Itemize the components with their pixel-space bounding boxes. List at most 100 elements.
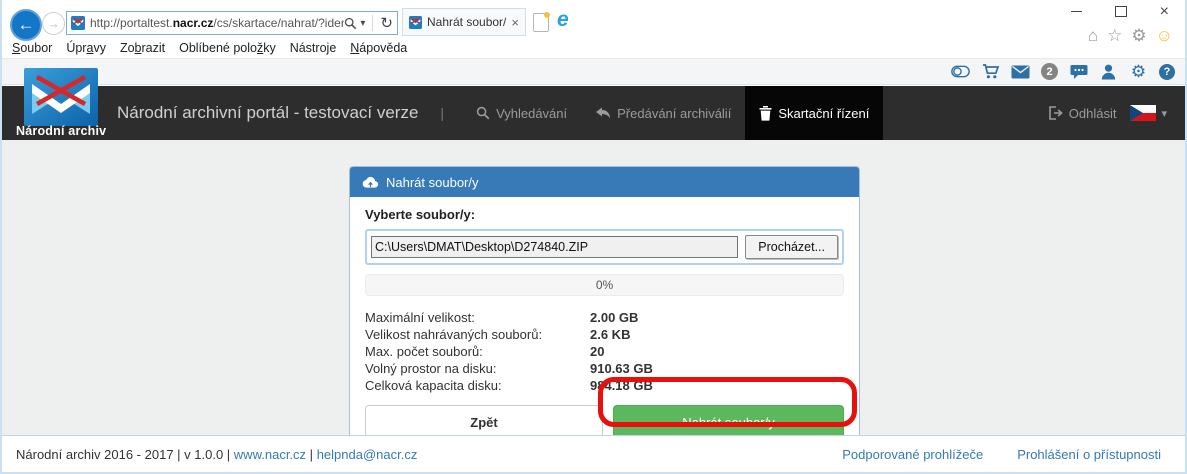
tab-favicon — [409, 15, 422, 29]
supported-browsers-link[interactable]: Podporované prohlížeče — [842, 447, 983, 462]
menu-label-part: Nástro — [289, 41, 327, 55]
upload-dialog-body: Vyberte soubor/y: Procházet... 0% Maximá… — [350, 197, 859, 450]
menu-label-part: Úpr — [66, 41, 87, 55]
menu-soubor[interactable]: Soubor — [12, 41, 52, 55]
stat-value: 20 — [590, 344, 605, 359]
search-icon[interactable] — [344, 17, 357, 30]
address-bar[interactable]: http://portaltest.nacr.cz/cs/skartace/na… — [66, 11, 398, 35]
logout-icon — [1048, 106, 1063, 120]
dialog-title: Nahrát soubor/y — [386, 174, 479, 190]
minimize-button[interactable] — [1070, 10, 1082, 13]
logout-label: Odhlásit — [1068, 105, 1117, 121]
site-icon-toolbar: 2 ⚙ ? — [2, 58, 1185, 85]
portal-navbar: Národní archiv Národní archivní portál -… — [2, 68, 1185, 140]
search-caret-icon[interactable]: ▾ — [360, 18, 365, 29]
file-input-group: Procházet... — [365, 229, 844, 265]
back-button[interactable]: ← — [10, 9, 42, 41]
progress-percent: 0% — [595, 278, 614, 292]
menu-label-accesskey: N — [350, 41, 360, 55]
new-tab-button[interactable] — [533, 12, 550, 32]
url-text: http://portaltest.nacr.cz/cs/skartace/na… — [90, 16, 344, 30]
nav-item-label: Skartační řízení — [778, 105, 870, 121]
address-bar-actions: ▾ ↻ — [344, 14, 393, 32]
footer-email-link[interactable]: helpnda@nacr.cz — [317, 447, 418, 462]
user-icon[interactable] — [1099, 62, 1118, 81]
forward-button[interactable]: → — [42, 12, 65, 35]
browse-button[interactable]: Procházet... — [745, 235, 838, 259]
refresh-icon[interactable]: ↻ — [380, 14, 393, 32]
nav-item-skartacni-rizeni[interactable]: Skartační řízení — [745, 86, 884, 140]
stat-label: Max. počet souborů: — [365, 344, 483, 359]
language-caret-icon: ▾ — [1161, 107, 1167, 120]
stat-label: Volný prostor na disku: — [365, 361, 497, 376]
tab-close-icon[interactable]: × — [511, 15, 519, 30]
site-favicon — [71, 16, 85, 30]
select-files-label: Vyberte soubor/y: — [365, 207, 476, 222]
menu-label-part: oubor — [20, 41, 53, 55]
stat-row: Maximální velikost: 2.00 GB — [365, 309, 844, 326]
footer-site-link[interactable]: www.nacr.cz — [234, 447, 306, 462]
stat-row: Volný prostor na disku: 910.63 GB — [365, 360, 844, 377]
nav-item-predavani-archivalii[interactable]: Předávání archiválií — [581, 86, 745, 140]
stat-value: 984.18 GB — [590, 378, 653, 393]
czech-flag-icon — [1130, 105, 1157, 121]
brand-text: Národní archiv — [16, 124, 107, 138]
language-selector[interactable]: ▾ — [1130, 105, 1167, 121]
upload-stats: Maximální velikost: 2.00 GB Velikost nah… — [365, 309, 844, 394]
nav-item-label: Vyhledávání — [496, 105, 568, 121]
logout-link[interactable]: Odhlásit — [1048, 105, 1117, 121]
ie-logo-icon[interactable]: e — [557, 8, 569, 32]
menu-upravy[interactable]: Úpravy — [66, 41, 106, 55]
menu-label-part: vy — [93, 41, 106, 55]
accessibility-statement-link[interactable]: Prohlášení o přístupnosti — [1017, 447, 1161, 462]
menu-napoveda[interactable]: Nápověda — [350, 41, 407, 55]
chat-icon[interactable] — [1069, 62, 1088, 81]
file-path-input[interactable] — [371, 236, 739, 258]
url-domain: nacr.cz — [172, 16, 214, 30]
narodni-archiv-logo[interactable] — [24, 68, 98, 126]
help-icon[interactable]: ? — [1159, 63, 1175, 80]
page-footer: Národní archiv 2016 - 2017 | v 1.0.0 | w… — [2, 435, 1185, 472]
upload-files-button[interactable]: Nahrát soubor/y — [613, 405, 844, 439]
stat-row: Max. počet souborů: 20 — [365, 343, 844, 360]
settings-gear-icon[interactable]: ⚙ — [1131, 26, 1146, 46]
cart-icon[interactable] — [981, 62, 1000, 81]
nav-item-vyhledavani[interactable]: Vyhledávání — [462, 86, 581, 140]
gear-icon[interactable]: ⚙ — [1129, 62, 1148, 81]
upload-progress-bar: 0% — [365, 274, 844, 296]
stat-value: 910.63 GB — [590, 361, 653, 376]
favorites-star-icon[interactable]: ☆ — [1107, 26, 1122, 46]
upload-dialog: Nahrát soubor/y Vyberte soubor/y: Prochá… — [349, 166, 860, 451]
menu-label-part: e — [329, 41, 337, 55]
menu-bar: Soubor Úpravy Zobrazit Oblíbené položky … — [12, 41, 407, 55]
divider: | — [309, 446, 314, 462]
browser-quick-icons: ⌂ ☆ ⚙ ☺ — [1088, 26, 1173, 46]
browser-tab[interactable]: Nahrát soubor/y | Národní ... × — [402, 8, 526, 36]
back-dialog-button[interactable]: Zpět — [365, 405, 603, 439]
home-icon[interactable]: ⌂ — [1088, 26, 1098, 46]
close-button[interactable]: × — [1160, 3, 1169, 19]
toggle-icon[interactable] — [951, 62, 970, 81]
browser-chrome: ← → http://portaltest.nacr.cz/cs/skartac… — [2, 0, 1185, 58]
menu-label-part: ápověda — [359, 41, 408, 55]
trash-icon — [759, 105, 772, 121]
dialog-buttons: Zpět Nahrát soubor/y — [365, 405, 844, 439]
stat-row: Velikost nahrávaných souborů: 2.6 KB — [365, 326, 844, 343]
footer-right-links: Podporované prohlížeče Prohlášení o přís… — [842, 447, 1171, 462]
feedback-smiley-icon[interactable]: ☺ — [1156, 26, 1173, 46]
tab-title: Nahrát soubor/y | Národní ... — [427, 15, 507, 29]
menu-oblibene-polozky[interactable]: Oblíbené položky — [179, 41, 276, 55]
reply-arrow-icon — [596, 107, 611, 118]
notification-badge[interactable]: 2 — [1041, 63, 1058, 80]
url-path: /cs/skartace/nahrat/?ident=1483 — [213, 16, 344, 30]
menu-label-part: razit — [141, 41, 166, 55]
upload-cloud-icon — [362, 176, 379, 188]
menu-zobrazit[interactable]: Zobrazit — [120, 41, 165, 55]
portal-title: Národní archivní portál - testovací verz… — [117, 103, 419, 122]
mail-icon[interactable] — [1011, 62, 1030, 81]
search-icon — [476, 106, 490, 120]
maximize-button[interactable] — [1114, 6, 1127, 17]
divider: | — [440, 105, 445, 121]
menu-nastroje[interactable]: Nástroje — [290, 41, 337, 55]
stat-label: Celková kapacita disku: — [365, 378, 502, 393]
